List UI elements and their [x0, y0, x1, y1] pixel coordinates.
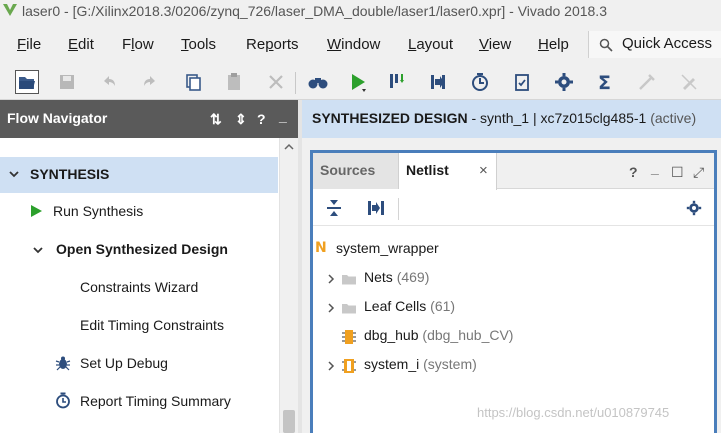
flow-navigator-scrollbar[interactable] — [279, 138, 298, 433]
svg-text:N: N — [315, 240, 327, 254]
design-header: SYNTHESIZED DESIGN - synth_1 | xc7z015cl… — [302, 100, 721, 138]
nav-edit-timing-constraints[interactable]: Edit Timing Constraints — [80, 317, 224, 333]
synthesis-label: SYNTHESIS — [30, 166, 110, 182]
n-icon: N — [314, 240, 328, 254]
bug-icon — [55, 355, 71, 371]
chevron-right-icon[interactable] — [326, 302, 336, 314]
chevron-right-icon[interactable] — [326, 360, 336, 372]
svg-text:Σ: Σ — [598, 72, 611, 92]
tree-item-nets[interactable]: Nets (469) — [364, 269, 429, 285]
sigma-icon[interactable]: Σ — [595, 72, 615, 92]
tree-item-system-i[interactable]: system_i (system) — [364, 356, 477, 372]
watermark-text: https://blog.csdn.net/u010879745 — [477, 405, 670, 420]
nav-constraints-wizard[interactable]: Constraints Wizard — [80, 279, 198, 295]
maximize-icon[interactable]: ☐ — [671, 164, 684, 181]
delete-icon[interactable] — [266, 72, 286, 92]
step-icon[interactable] — [428, 72, 448, 92]
find-icon[interactable] — [307, 72, 328, 92]
nav-run-synthesis[interactable]: Run Synthesis — [53, 203, 143, 219]
help-icon[interactable]: ? — [629, 164, 638, 180]
timer-icon[interactable] — [470, 72, 490, 92]
scroll-up-icon[interactable] — [284, 143, 294, 151]
netlist-tree: N system_wrapper Nets (469) Leaf Cells (… — [313, 227, 714, 433]
undo-icon[interactable] — [99, 72, 119, 92]
go-to-source-icon[interactable] — [367, 199, 385, 217]
clock-icon — [55, 392, 71, 409]
design-header-text: SYNTHESIZED DESIGN - synth_1 | xc7z015cl… — [312, 110, 696, 126]
nav-report-timing-summary[interactable]: Report Timing Summary — [80, 393, 231, 409]
tree-item-leaf-cells[interactable]: Leaf Cells (61) — [364, 298, 455, 314]
tab-netlist[interactable]: Netlist × — [399, 153, 497, 190]
tab-netlist-label: Netlist — [406, 162, 449, 178]
menu-help[interactable]: Help — [538, 36, 569, 53]
minimize-icon[interactable]: _ — [279, 108, 287, 124]
scrollbar-thumb[interactable] — [283, 410, 295, 433]
nav-open-synthesized-design[interactable]: Open Synthesized Design — [56, 241, 228, 257]
flow-navigator-title: Flow Navigator — [7, 110, 108, 126]
disabled-edit-icon[interactable] — [679, 72, 699, 92]
paste-icon[interactable] — [224, 72, 244, 92]
nav-set-up-debug[interactable]: Set Up Debug — [80, 355, 168, 371]
vivado-logo-icon — [2, 2, 18, 18]
menu-tools[interactable]: Tools — [181, 36, 216, 53]
search-icon — [599, 38, 613, 52]
flow-navigator: Flow Navigator ⇅ ⇕ ? _ SYNTHESIS Run Syn… — [0, 100, 298, 433]
menu-window[interactable]: Window — [327, 36, 380, 53]
menu-view[interactable]: View — [479, 36, 511, 53]
chevron-down-icon[interactable] — [32, 244, 44, 256]
tab-sources-label: Sources — [320, 162, 376, 178]
menu-reports[interactable]: Reports — [246, 36, 299, 53]
menu-layout[interactable]: Layout — [408, 36, 453, 53]
flow-navigator-header: Flow Navigator ⇅ ⇕ ? _ — [0, 100, 298, 138]
netlist-panel: Sources Netlist × ? _ ☐ ⤢ N system_wrapp… — [310, 150, 717, 433]
redo-icon[interactable] — [140, 72, 160, 92]
cell-icon — [342, 329, 356, 345]
window-title: laser0 - [G:/Xilinx2018.3/0206/zynq_726/… — [22, 3, 607, 19]
run-icon — [30, 204, 43, 218]
folder-icon — [341, 301, 357, 315]
design-status: (active) — [650, 110, 697, 126]
quick-access-label: Quick Access — [622, 35, 713, 52]
tree-root-system-wrapper[interactable]: system_wrapper — [336, 240, 439, 256]
toolbar-separator — [295, 72, 296, 94]
collapse-all-icon[interactable]: ⇅ — [210, 111, 222, 128]
run-icon[interactable] — [348, 72, 368, 92]
save-icon[interactable] — [57, 72, 77, 92]
chevron-right-icon[interactable] — [326, 273, 336, 285]
cell-icon — [342, 358, 356, 374]
netlist-toolbar — [313, 190, 714, 226]
float-icon[interactable]: ⤢ — [693, 164, 704, 181]
quick-access-search[interactable]: Quick Access — [588, 31, 721, 58]
folder-icon — [341, 272, 357, 286]
menu-flow[interactable]: Flow — [122, 36, 154, 53]
chevron-down-icon — [8, 168, 20, 180]
program-icon[interactable] — [387, 72, 407, 92]
settings-icon[interactable] — [554, 72, 574, 92]
open-project-icon[interactable] — [15, 70, 39, 94]
tab-sources[interactable]: Sources — [313, 153, 399, 189]
synthesis-section[interactable]: SYNTHESIS — [0, 157, 278, 193]
minimize-icon[interactable]: _ — [651, 160, 659, 176]
help-icon[interactable]: ? — [257, 111, 266, 127]
tree-item-dbg-hub[interactable]: dbg_hub (dbg_hub_CV) — [364, 327, 513, 343]
main-toolbar: Σ — [0, 64, 721, 100]
collapse-all-icon[interactable] — [326, 199, 342, 217]
expand-collapse-icon[interactable]: ⇕ — [235, 111, 247, 128]
close-icon[interactable]: × — [479, 162, 488, 179]
disabled-pin-icon[interactable] — [637, 72, 657, 92]
title-bar: laser0 - [G:/Xilinx2018.3/0206/zynq_726/… — [0, 0, 721, 24]
menu-file[interactable]: File — [17, 36, 41, 53]
menu-edit[interactable]: Edit — [68, 36, 94, 53]
design-detail: - synth_1 | xc7z015clg485-1 — [467, 110, 651, 126]
copy-icon[interactable] — [183, 72, 203, 92]
settings-icon[interactable] — [686, 200, 702, 216]
panel-tab-bar: Sources Netlist × ? _ ☐ ⤢ — [313, 153, 714, 190]
checklist-icon[interactable] — [512, 72, 532, 92]
toolbar-separator — [398, 198, 399, 220]
design-title: SYNTHESIZED DESIGN — [312, 110, 468, 126]
